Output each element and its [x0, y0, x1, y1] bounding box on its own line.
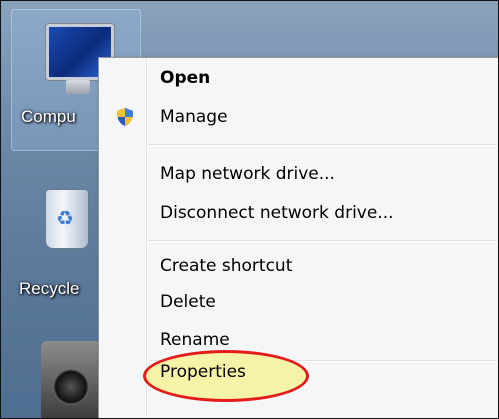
context-menu: Open Manage Map network drive... Disconn… [98, 57, 498, 418]
menu-item-delete[interactable]: Delete [160, 292, 216, 312]
uac-shield-icon [117, 108, 133, 126]
menu-separator [149, 144, 498, 146]
screenshot-frame: Compu Recycle Open Manage Map network dr… [0, 0, 499, 419]
menu-item-disconnect-network-drive[interactable]: Disconnect network drive... [160, 203, 394, 223]
menu-item-rename[interactable]: Rename [160, 330, 230, 350]
menu-separator [149, 240, 498, 242]
menu-item-properties[interactable]: Properties [160, 362, 246, 382]
menu-item-open[interactable]: Open [160, 68, 210, 88]
monitor-stand [66, 80, 90, 94]
camera-icon[interactable] [41, 341, 101, 418]
menu-item-map-network-drive[interactable]: Map network drive... [160, 164, 335, 184]
desktop-icon-recycle-label: Recycle [19, 279, 80, 298]
recycle-bin-icon[interactable] [45, 189, 89, 249]
menu-item-manage[interactable]: Manage [160, 107, 228, 127]
menu-item-create-shortcut[interactable]: Create shortcut [160, 256, 292, 276]
desktop-icon-computer-label: Compu [21, 107, 76, 126]
